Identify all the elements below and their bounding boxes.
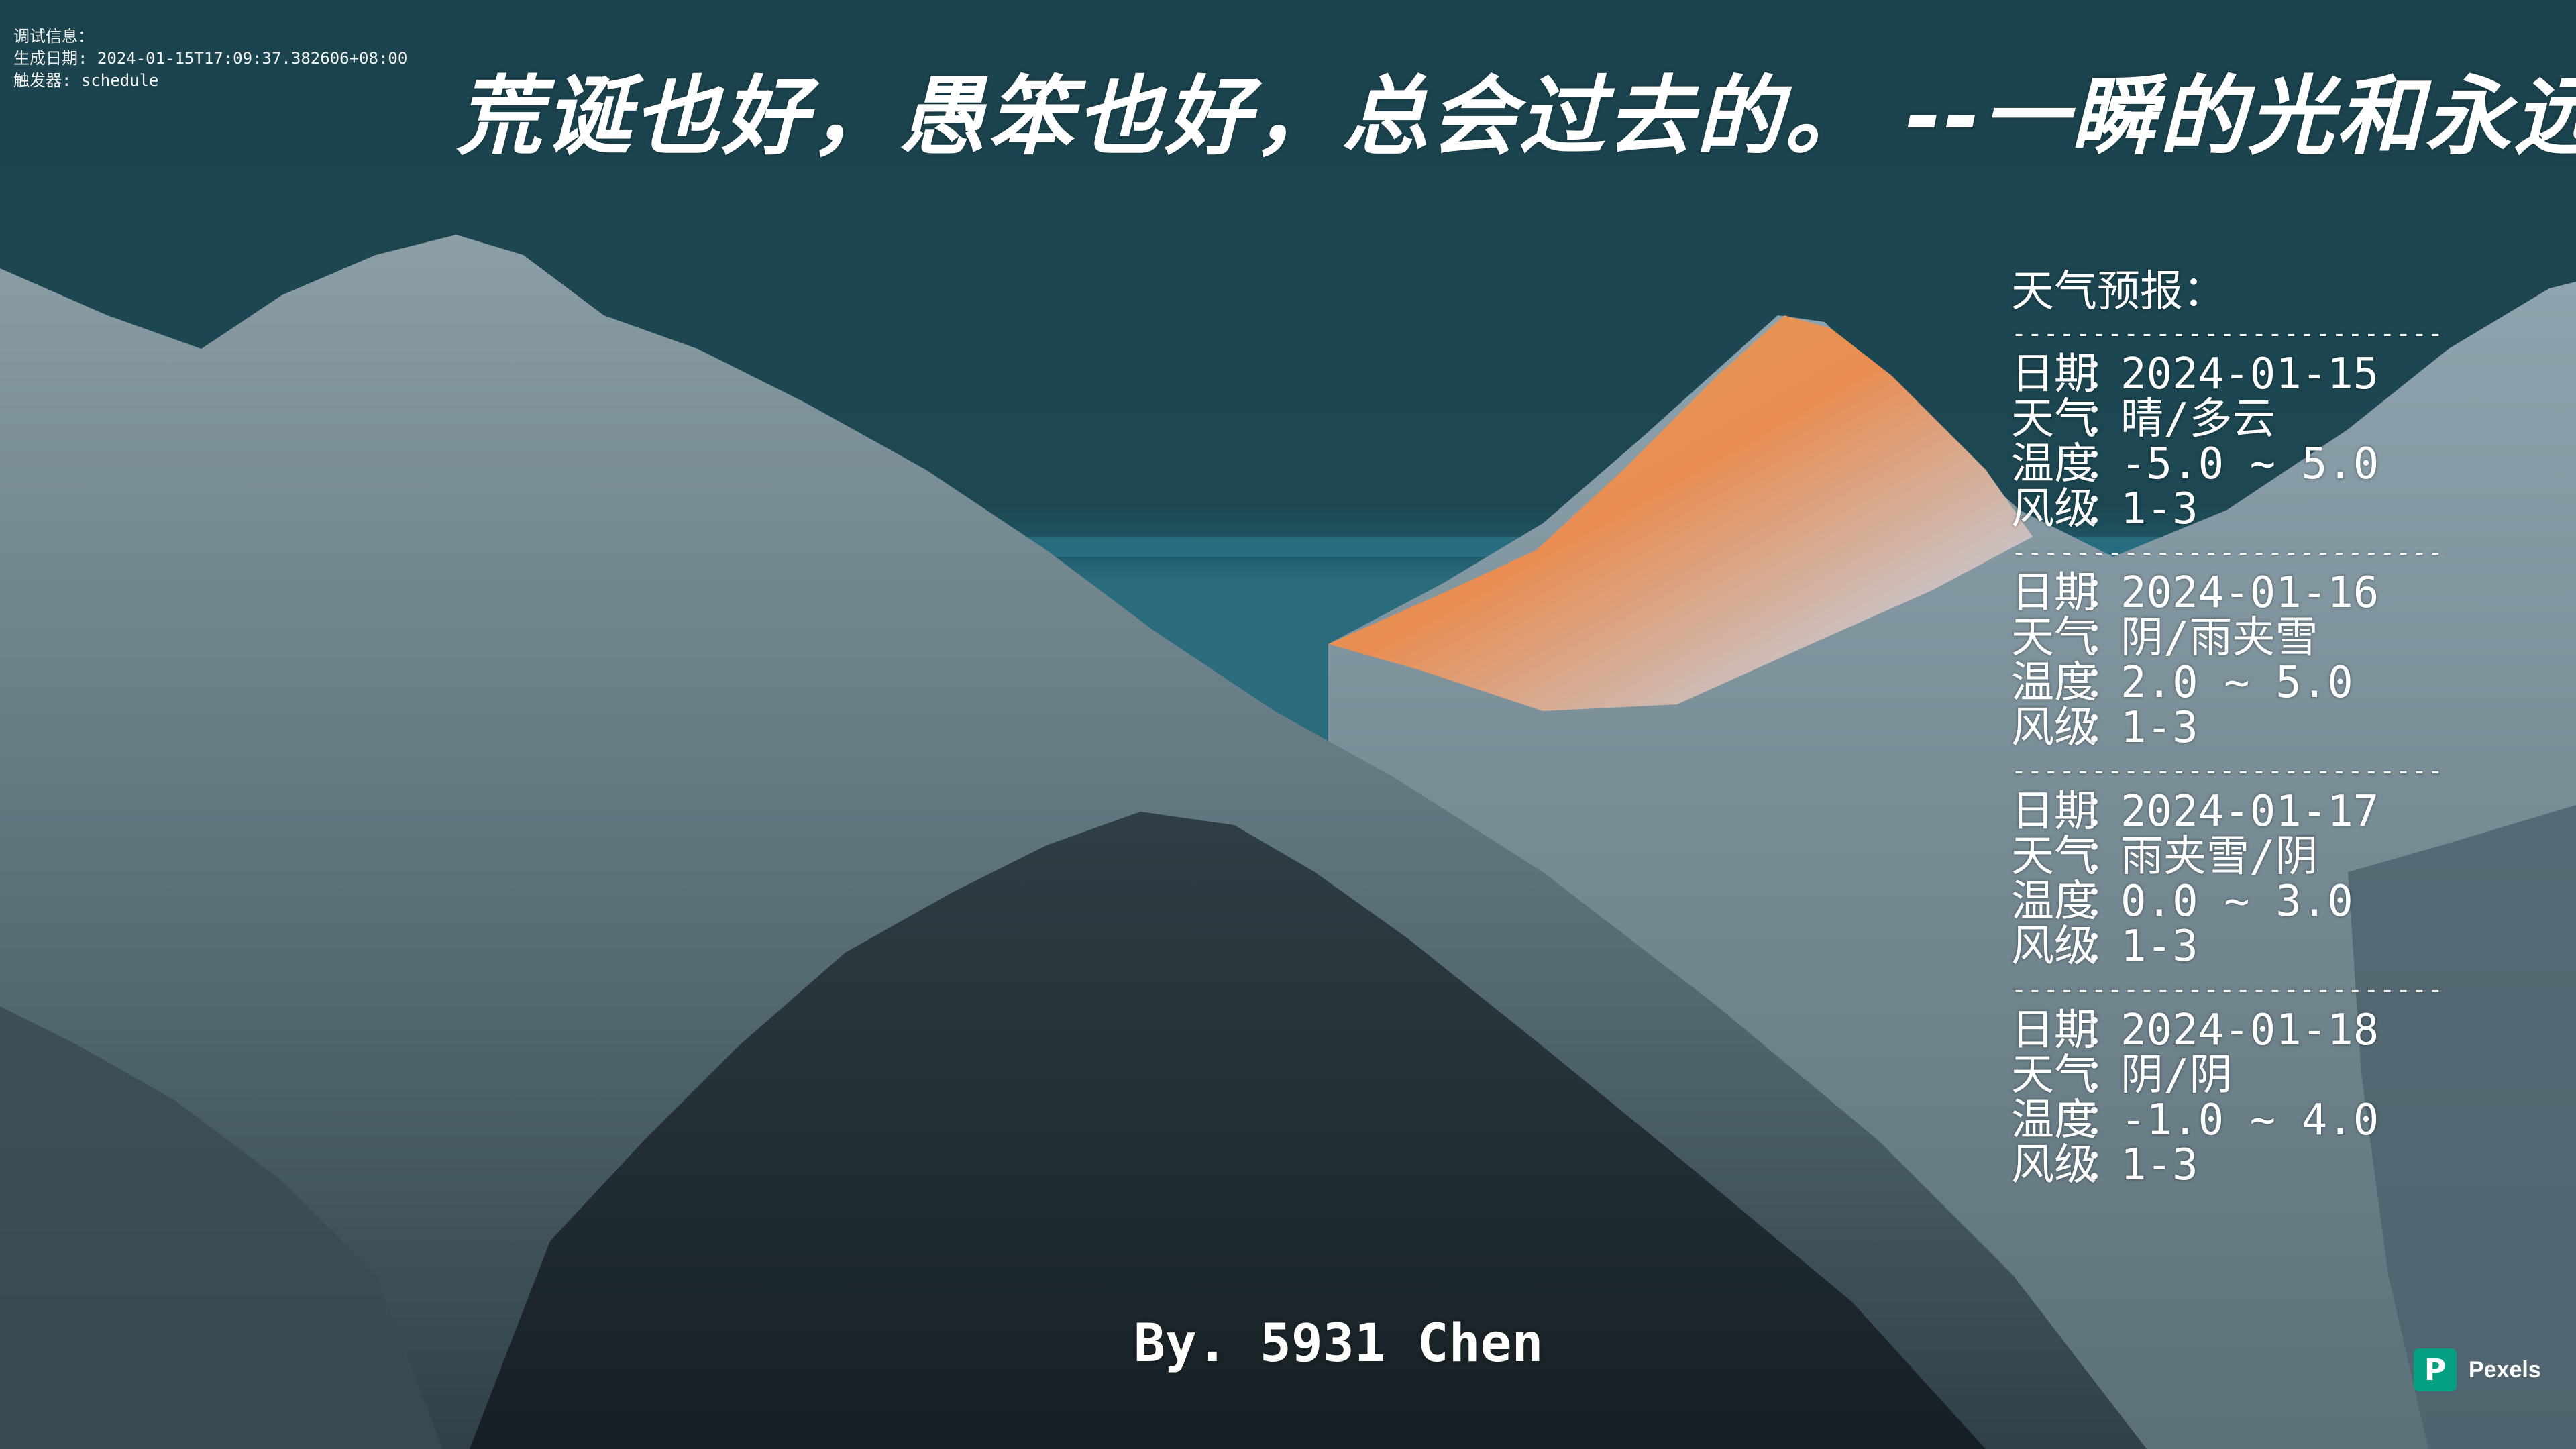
wind-key: 风级 — [2011, 1140, 2097, 1190]
temperature-key: 温度 — [2011, 877, 2097, 926]
colon: ： — [2084, 658, 2127, 708]
pexels-label: Pexels — [2469, 1356, 2541, 1383]
debug-title: 调试信息： — [13, 27, 94, 46]
debug-generated-date: 生成日期: 2024-01-15T17:09:37.382606+08:00 — [13, 49, 408, 68]
wind-key: 风级 — [2011, 922, 2097, 971]
colon: ： — [2084, 787, 2127, 837]
date-value: 2024-01-18 — [2121, 1006, 2379, 1055]
date-key: 日期 — [2011, 350, 2097, 399]
wind-row: 风级： 1-3 — [2011, 487, 2447, 532]
wind-row: 风级： 1-3 — [2011, 924, 2447, 969]
temperature-value: 2.0 ~ 5.0 — [2121, 658, 2353, 708]
wind-value: 1-3 — [2121, 922, 2198, 971]
date-key: 日期 — [2011, 1006, 2097, 1055]
temperature-value: -5.0 ~ 5.0 — [2121, 439, 2379, 489]
temperature-row: 温度： -5.0 ~ 5.0 — [2011, 442, 2447, 487]
weather-key: 天气 — [2011, 1051, 2097, 1100]
colon: ： — [2084, 1140, 2127, 1190]
pexels-logo-icon: P — [2414, 1348, 2457, 1391]
weather-row: 天气：阴/雨夹雪 — [2011, 616, 2447, 661]
temperature-key: 温度 — [2011, 658, 2097, 708]
date-row: 日期： 2024-01-16 — [2011, 571, 2447, 616]
colon: ： — [2084, 703, 2127, 753]
temperature-row: 温度： -1.0 ~ 4.0 — [2011, 1098, 2447, 1143]
separator: ---------------------------- — [2011, 975, 2447, 1004]
colon: ： — [2084, 1095, 2127, 1145]
forecast-day: 日期： 2024-01-17 天气：雨夹雪/阴 温度： 0.0 ~ 3.0 风级： 1… — [2011, 790, 2447, 969]
forecast-day: 日期： 2024-01-15 天气：晴/多云 温度： -5.0 ~ 5.0 风级： 1… — [2011, 352, 2447, 532]
date-key: 日期 — [2011, 787, 2097, 837]
colon: ： — [2084, 1006, 2127, 1055]
weather-key: 天气 — [2011, 832, 2097, 881]
colon: ： — [2084, 1051, 2127, 1100]
weather-row: 天气：雨夹雪/阴 — [2011, 835, 2447, 879]
wind-key: 风级 — [2011, 703, 2097, 753]
colon: ： — [2084, 877, 2127, 926]
date-key: 日期 — [2011, 568, 2097, 618]
separator: ---------------------------- — [2011, 537, 2447, 567]
date-row: 日期： 2024-01-17 — [2011, 790, 2447, 835]
debug-info: 调试信息： 生成日期: 2024-01-15T17:09:37.382606+08… — [13, 25, 407, 92]
colon: ： — [2084, 439, 2127, 489]
colon: ： — [2084, 832, 2127, 881]
wind-value: 1-3 — [2121, 484, 2198, 534]
weather-key: 天气 — [2011, 613, 2097, 663]
temperature-value: -1.0 ~ 4.0 — [2121, 1095, 2379, 1145]
colon: ： — [2084, 922, 2127, 971]
debug-trigger: 触发器: schedule — [13, 71, 159, 90]
weather-row: 天气：晴/多云 — [2011, 397, 2447, 442]
separator: ---------------------------- — [2011, 756, 2447, 786]
author-signature: By. 5931 Chen — [1134, 1313, 1544, 1374]
weather-title: 天气预报： — [2011, 267, 2226, 317]
quote-text: 荒诞也好，愚笨也好，总会过去的。 --一瞬的光和永远 — [456, 67, 2576, 167]
colon: ： — [2084, 613, 2127, 663]
weather-value: 晴/多云 — [2121, 394, 2275, 444]
colon: ： — [2084, 568, 2127, 618]
weather-row: 天气：阴/阴 — [2011, 1053, 2447, 1098]
pexels-credit[interactable]: P Pexels — [2414, 1348, 2541, 1391]
temperature-key: 温度 — [2011, 439, 2097, 489]
weather-forecast-panel: 天气预报： ---------------------------- 日期： 20… — [2011, 265, 2447, 1193]
forecast-day: 日期： 2024-01-16 天气：阴/雨夹雪 温度： 2.0 ~ 5.0 风级： 1… — [2011, 571, 2447, 751]
date-row: 日期： 2024-01-15 — [2011, 352, 2447, 397]
temperature-row: 温度： 0.0 ~ 3.0 — [2011, 879, 2447, 924]
wind-row: 风级： 1-3 — [2011, 1143, 2447, 1188]
separator: ---------------------------- — [2011, 319, 2447, 348]
colon: ： — [2084, 394, 2127, 444]
colon: ： — [2084, 350, 2127, 399]
weather-key: 天气 — [2011, 394, 2097, 444]
date-row: 日期： 2024-01-18 — [2011, 1008, 2447, 1053]
date-value: 2024-01-17 — [2121, 787, 2379, 837]
weather-value: 阴/雨夹雪 — [2121, 613, 2318, 663]
temperature-value: 0.0 ~ 3.0 — [2121, 877, 2353, 926]
forecast-day: 日期： 2024-01-18 天气：阴/阴 温度： -1.0 ~ 4.0 风级： 1-… — [2011, 1008, 2447, 1188]
wind-value: 1-3 — [2121, 1140, 2198, 1190]
date-value: 2024-01-15 — [2121, 350, 2379, 399]
wind-row: 风级： 1-3 — [2011, 706, 2447, 751]
wind-key: 风级 — [2011, 484, 2097, 534]
date-value: 2024-01-16 — [2121, 568, 2379, 618]
colon: ： — [2084, 484, 2127, 534]
temperature-row: 温度： 2.0 ~ 5.0 — [2011, 661, 2447, 706]
weather-value: 雨夹雪/阴 — [2121, 832, 2318, 881]
weather-value: 阴/阴 — [2121, 1051, 2233, 1100]
temperature-key: 温度 — [2011, 1095, 2097, 1145]
wind-value: 1-3 — [2121, 703, 2198, 753]
